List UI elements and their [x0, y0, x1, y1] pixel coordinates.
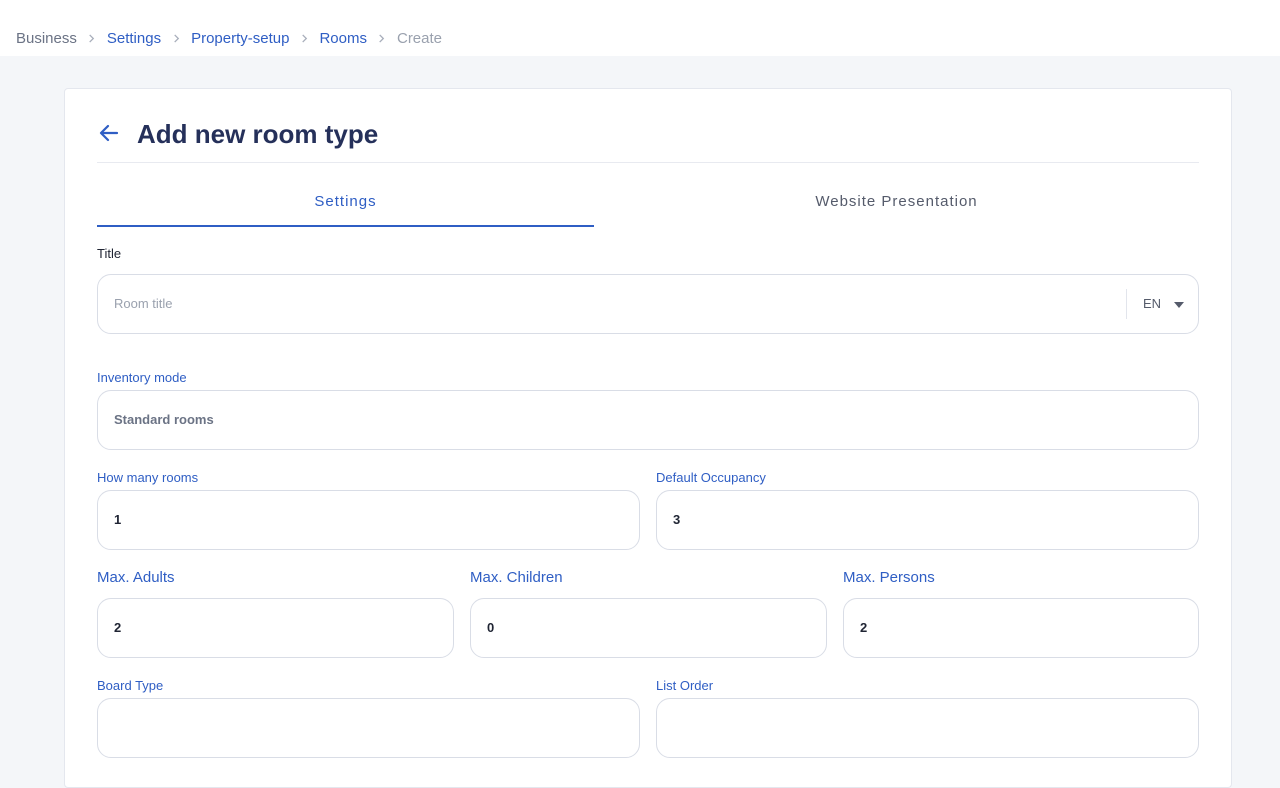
default-occupancy-value: 3 [673, 512, 681, 527]
max-children-value: 0 [487, 620, 495, 635]
max-persons-label: Max. Persons [843, 569, 935, 586]
tab-website-presentation[interactable]: Website Presentation [594, 179, 1199, 227]
chevron-right-icon [367, 30, 397, 47]
how-many-rooms-input[interactable]: 1 [97, 490, 640, 550]
arrow-left-icon[interactable] [97, 121, 121, 145]
default-occupancy-input[interactable]: 3 [656, 490, 1199, 550]
board-type-label: Board Type [97, 678, 164, 693]
caret-down-icon [1174, 302, 1184, 308]
tab-bar: Settings Website Presentation [97, 179, 1199, 227]
board-type-select[interactable] [97, 698, 640, 758]
room-type-form-card: Add new room type Settings Website Prese… [64, 88, 1232, 788]
max-children-label: Max. Children [470, 569, 563, 586]
title-label: Title [97, 246, 122, 261]
max-adults-label: Max. Adults [97, 569, 175, 586]
page-header: Add new room type [97, 117, 1199, 163]
max-persons-input[interactable]: 2 [843, 598, 1199, 658]
chevron-right-icon [289, 30, 319, 47]
top-bar: Business Settings Property-setup Rooms C… [0, 0, 1280, 56]
list-order-label: List Order [656, 678, 714, 693]
language-code: EN [1143, 296, 1162, 311]
breadcrumb-create: Create [396, 29, 443, 47]
breadcrumb-property-setup[interactable]: Property-setup [191, 30, 289, 47]
max-persons-value: 2 [860, 620, 868, 635]
breadcrumb-business[interactable]: Business [16, 30, 77, 47]
max-adults-input[interactable]: 2 [97, 598, 454, 658]
chevron-right-icon [77, 30, 107, 47]
inventory-mode-value: Standard rooms [114, 412, 214, 427]
how-many-rooms-value: 1 [114, 512, 122, 527]
list-order-input[interactable] [656, 698, 1199, 758]
how-many-rooms-label: How many rooms [97, 470, 199, 485]
default-occupancy-label: Default Occupancy [656, 470, 766, 485]
breadcrumb-rooms[interactable]: Rooms [319, 30, 367, 47]
language-select[interactable]: EN [1126, 289, 1198, 319]
inventory-mode-label: Inventory mode [97, 370, 187, 385]
tab-settings[interactable]: Settings [97, 179, 594, 227]
max-children-input[interactable]: 0 [470, 598, 827, 658]
max-adults-value: 2 [114, 620, 122, 635]
room-title-field[interactable]: Room title EN [97, 274, 1199, 334]
breadcrumb: Business Settings Property-setup Rooms C… [16, 28, 442, 48]
page-title: Add new room type [137, 119, 379, 149]
chevron-right-icon [161, 30, 191, 47]
inventory-mode-select[interactable]: Standard rooms [97, 390, 1199, 450]
room-title-placeholder: Room title [114, 296, 173, 311]
breadcrumb-settings[interactable]: Settings [107, 30, 161, 47]
